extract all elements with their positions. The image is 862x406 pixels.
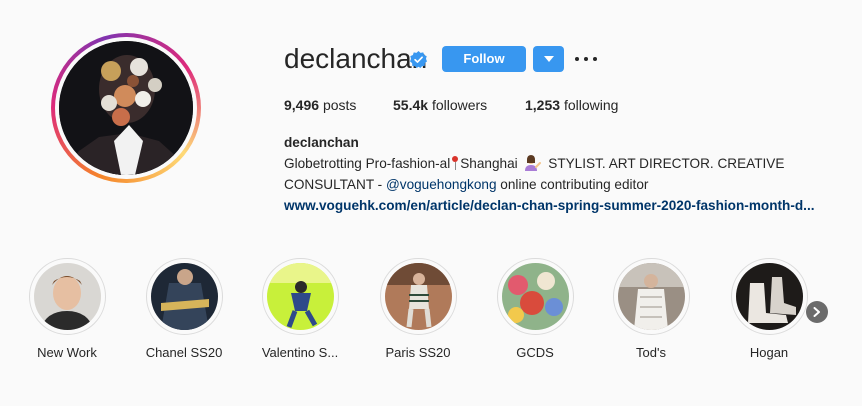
highlight-cover <box>617 263 685 330</box>
highlight-item[interactable]: New Work <box>22 258 112 361</box>
highlight-item[interactable]: Chanel SS20 <box>139 258 229 361</box>
highlight-label: Tod's <box>636 345 666 360</box>
bio-website-link[interactable]: www.voguehk.com/en/article/declan-chan-s… <box>284 195 834 216</box>
highlight-item[interactable]: Hogan <box>724 258 814 361</box>
more-options-icon[interactable] <box>575 50 597 68</box>
mention-link[interactable]: @voguehongkong <box>386 177 497 192</box>
avatar-image <box>59 41 193 175</box>
highlight-cover <box>384 263 452 330</box>
highlight-label: GCDS <box>516 345 554 360</box>
highlight-label: Paris SS20 <box>385 345 451 360</box>
round-pushpin-icon <box>452 156 459 170</box>
chevron-right-icon <box>813 307 820 317</box>
highlight-ring <box>379 258 457 335</box>
highlight-cover <box>501 263 569 330</box>
highlights-next-button[interactable] <box>806 301 828 323</box>
bio-line-2: CONSULTANT - @voguehongkong online contr… <box>284 177 649 192</box>
highlight-cover <box>150 263 218 330</box>
follow-button[interactable]: Follow <box>442 46 526 72</box>
verified-badge-icon <box>410 51 427 68</box>
highlight-item[interactable]: Valentino S... <box>255 258 345 361</box>
chevron-down-icon <box>543 56 554 62</box>
highlight-label: Hogan <box>749 345 789 360</box>
highlight-ring <box>145 258 223 335</box>
highlight-cover <box>735 263 803 330</box>
bio-line-1: Globetrotting Pro-fashion-al Shanghai STY… <box>284 155 785 171</box>
profile-bio: declanchan Globetrotting Pro-fashion-al S… <box>284 132 824 216</box>
highlight-ring <box>261 258 339 335</box>
highlight-label: New Work <box>37 345 97 360</box>
highlight-item[interactable]: Tod's <box>606 258 696 361</box>
highlight-cover <box>266 263 334 330</box>
bio-full-name: declanchan <box>284 135 359 150</box>
profile-username: declanchan <box>284 43 428 74</box>
followers-count[interactable]: 55.4k followers <box>393 96 487 114</box>
suggested-accounts-button[interactable] <box>533 46 564 72</box>
highlight-item[interactable]: Paris SS20 <box>373 258 463 361</box>
highlight-item[interactable]: GCDS <box>490 258 580 361</box>
highlight-ring <box>730 258 808 335</box>
highlight-label: Valentino S... <box>261 345 339 360</box>
highlight-ring <box>612 258 690 335</box>
highlight-ring <box>496 258 574 335</box>
profile-avatar[interactable] <box>51 33 201 183</box>
avatar-gap <box>55 37 197 179</box>
highlight-label: Chanel SS20 <box>145 345 223 360</box>
posts-count: 9,496 posts <box>284 97 357 113</box>
person-tipping-hand-icon <box>525 155 542 171</box>
highlight-ring <box>28 258 106 335</box>
highlight-cover <box>33 263 101 330</box>
following-count[interactable]: 1,253 following <box>525 96 618 114</box>
